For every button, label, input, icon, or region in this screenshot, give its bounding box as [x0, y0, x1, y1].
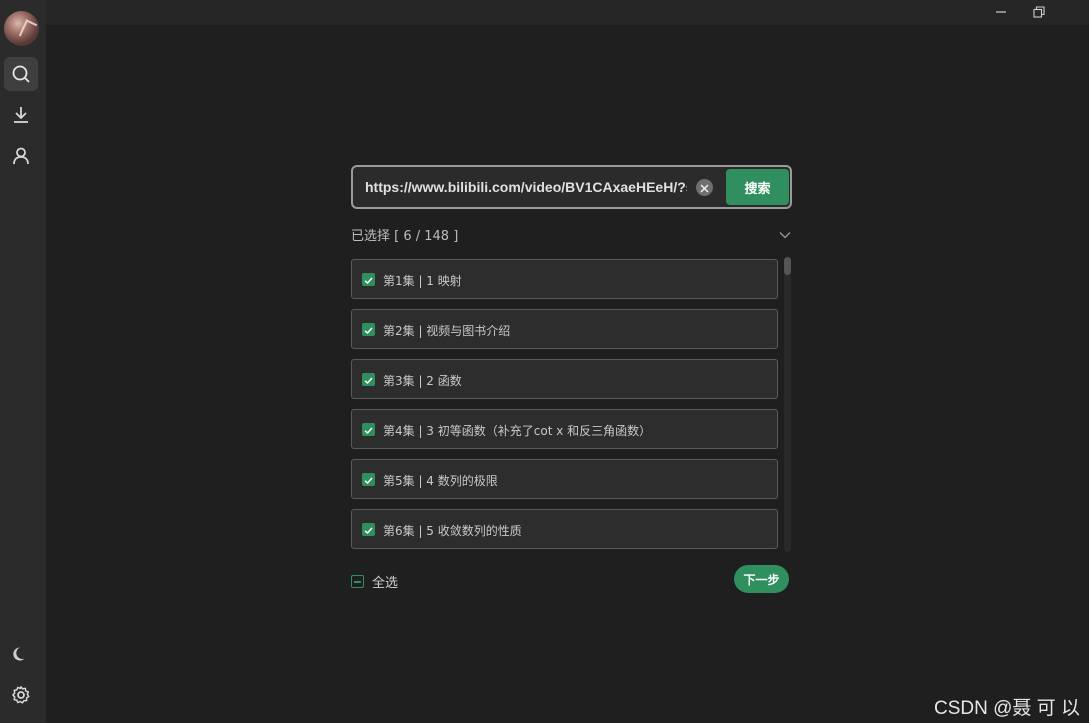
episode-checkbox[interactable] — [362, 323, 375, 336]
restore-button[interactable] — [1020, 0, 1058, 25]
restore-icon — [1033, 3, 1045, 22]
avatar[interactable] — [4, 11, 39, 46]
clear-search-button[interactable] — [696, 179, 713, 196]
list-item[interactable]: 第4集 | 3 初等函数（补充了cot x 和反三角函数） — [351, 409, 778, 449]
sidebar-item-download[interactable] — [4, 98, 38, 132]
check-icon — [364, 370, 373, 389]
select-all-label: 全选 — [372, 576, 399, 591]
episode-label: 第4集 | 3 初等函数（补充了cot x 和反三角函数） — [383, 424, 652, 438]
sidebar-item-search[interactable] — [4, 57, 38, 91]
search-box: 搜索 — [351, 165, 792, 209]
settings-button[interactable] — [4, 678, 38, 712]
list-item[interactable]: 第3集 | 2 函数 — [351, 359, 778, 399]
user-icon — [11, 146, 31, 166]
search-icon — [11, 64, 31, 84]
search-button[interactable]: 搜索 — [726, 169, 789, 205]
close-icon — [700, 178, 709, 197]
chevron-down-icon — [779, 224, 791, 243]
next-step-button[interactable]: 下一步 — [734, 565, 789, 593]
minus-icon — [354, 580, 361, 583]
check-icon — [364, 420, 373, 439]
selection-summary: 已选择 [ 6 / 148 ] — [351, 229, 459, 244]
collapse-toggle[interactable] — [778, 227, 792, 239]
episode-label: 第2集 | 视频与图书介绍 — [383, 324, 511, 338]
sidebar-item-user[interactable] — [4, 139, 38, 173]
list-item[interactable]: 第2集 | 视频与图书介绍 — [351, 309, 778, 349]
minimize-icon — [995, 3, 1007, 22]
episode-list: 第1集 | 1 映射 第2集 | 视频与图书介绍 第3集 | 2 函数 第4集 … — [351, 259, 778, 559]
episode-checkbox[interactable] — [362, 473, 375, 486]
watermark: CSDN @聂 可 以 — [934, 698, 1080, 719]
episode-checkbox[interactable] — [362, 423, 375, 436]
check-icon — [364, 520, 373, 539]
list-item[interactable]: 第5集 | 4 数列的极限 — [351, 459, 778, 499]
check-icon — [364, 270, 373, 289]
list-item[interactable]: 第6集 | 5 收敛数列的性质 — [351, 509, 778, 549]
episode-label: 第1集 | 1 映射 — [383, 274, 462, 288]
sidebar — [0, 0, 46, 723]
list-scrollbar[interactable] — [784, 257, 791, 552]
title-bar — [46, 0, 1089, 25]
list-item[interactable]: 第1集 | 1 映射 — [351, 259, 778, 299]
scrollbar-thumb[interactable] — [784, 257, 791, 275]
theme-toggle-button[interactable] — [4, 637, 38, 671]
gear-icon — [11, 685, 31, 705]
download-icon — [11, 105, 31, 125]
episode-label: 第3集 | 2 函数 — [383, 374, 462, 388]
episode-label: 第6集 | 5 收敛数列的性质 — [383, 524, 522, 538]
select-all-checkbox[interactable]: 全选 — [351, 572, 398, 591]
check-icon — [364, 470, 373, 489]
check-icon — [364, 320, 373, 339]
minimize-button[interactable] — [982, 0, 1020, 25]
episode-checkbox[interactable] — [362, 523, 375, 536]
episode-checkbox[interactable] — [362, 373, 375, 386]
indeterminate-checkbox[interactable] — [351, 575, 364, 588]
search-input[interactable] — [365, 176, 687, 198]
episode-label: 第5集 | 4 数列的极限 — [383, 474, 498, 488]
episode-checkbox[interactable] — [362, 273, 375, 286]
moon-icon — [12, 645, 30, 663]
